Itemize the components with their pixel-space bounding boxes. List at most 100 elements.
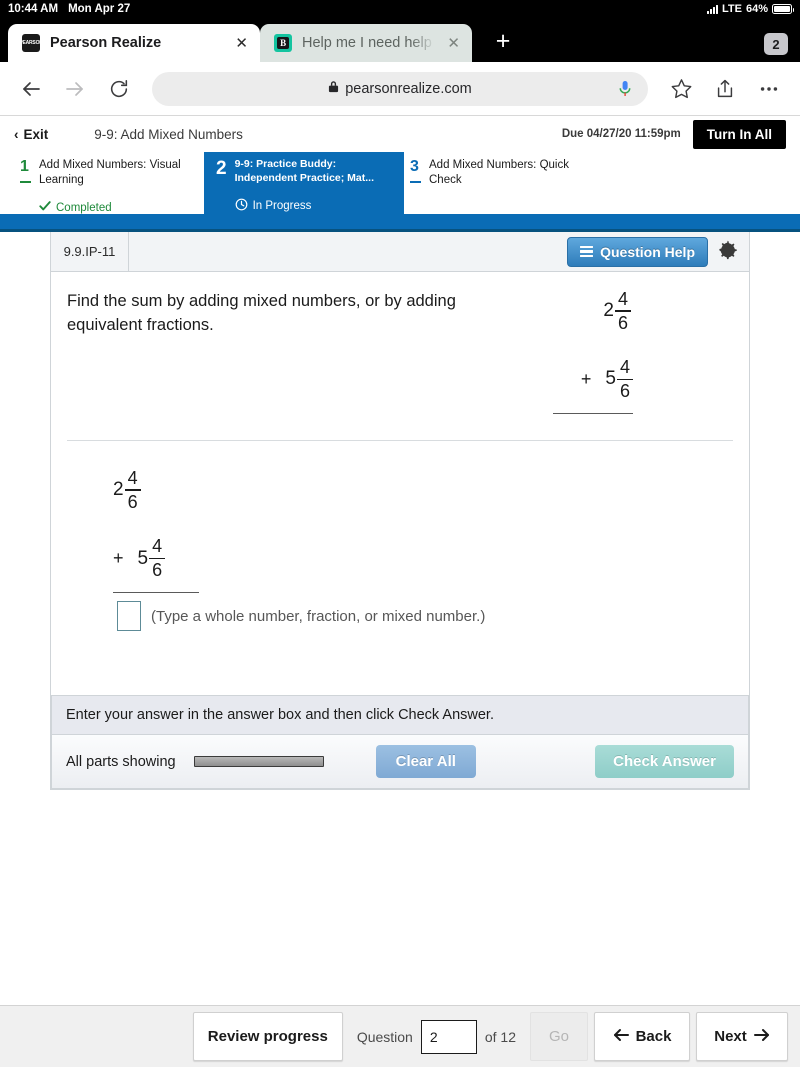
share-icon[interactable] [710, 74, 740, 104]
exit-label: Exit [23, 126, 49, 142]
battery-icon [772, 4, 794, 14]
problem-display-2: 2 4 6 + 5 4 6 [51, 441, 749, 594]
question-help-button[interactable]: Question Help [567, 236, 708, 267]
status-date: Mon Apr 27 [68, 3, 131, 15]
question-help-label: Question Help [600, 243, 695, 260]
fraction: 4 6 [617, 357, 633, 401]
all-parts-label: All parts showing [66, 753, 176, 770]
microphone-icon[interactable] [618, 80, 632, 103]
parts-slider[interactable] [193, 756, 324, 768]
status-time: 10:44 AM [8, 3, 59, 15]
fraction-denominator: 6 [617, 312, 628, 333]
assignment-header: ‹ Exit 9-9: Add Mixed Numbers Due 04/27/… [0, 116, 800, 152]
question-body: Find the sum by adding mixed numbers, or… [51, 272, 749, 790]
arrow-right-icon [753, 1028, 770, 1046]
back-arrow-icon[interactable] [16, 74, 46, 104]
step-status-label: Completed [56, 201, 112, 214]
step-dash-icon [20, 181, 31, 184]
forward-arrow-icon [60, 74, 90, 104]
lock-icon [328, 80, 339, 98]
go-button[interactable]: Go [530, 1012, 588, 1061]
gear-icon[interactable] [718, 239, 739, 264]
ios-status-bar: 10:44 AM Mon Apr 27 LTE 64% [0, 0, 800, 18]
step-item-2[interactable]: 2 9-9: Practice Buddy: Independent Pract… [204, 152, 404, 214]
question-jump-group: Question 2 of 12 [348, 1012, 524, 1061]
step-status: In Progress [235, 198, 394, 214]
sum-rule [113, 591, 199, 594]
check-icon [39, 200, 51, 215]
step-item-1[interactable]: 1 Add Mixed Numbers: Visual Learning Com… [14, 152, 204, 214]
step-number: 3 [410, 158, 419, 175]
browser-tab-brainly[interactable]: B Help me I need help - Brainly ✕ [260, 24, 472, 62]
status-battery-pct: 64% [745, 3, 768, 15]
star-icon[interactable] [666, 74, 696, 104]
pearson-favicon: PEARSON [22, 34, 40, 52]
fraction-numerator: 4 [152, 536, 163, 557]
turn-in-all-button[interactable]: Turn In All [692, 119, 786, 149]
clear-all-button[interactable]: Clear All [375, 745, 476, 779]
problem-display-1: 2 4 6 + 5 4 6 [553, 290, 633, 415]
next-button[interactable]: Next [696, 1012, 788, 1061]
addend-1: 2 4 6 [603, 290, 633, 332]
fraction-bar [615, 310, 631, 312]
step-dash-icon [410, 181, 421, 184]
browser-tab-pearson[interactable]: PEARSON Pearson Realize ✕ [8, 24, 260, 62]
sum-rule [553, 412, 633, 415]
tab-close-icon[interactable]: ✕ [233, 36, 250, 51]
assignment-title: 9-9: Add Mixed Numbers [94, 126, 243, 142]
step-number: 2 [216, 158, 227, 179]
check-answer-button[interactable]: Check Answer [595, 745, 734, 779]
answer-input[interactable] [117, 601, 141, 632]
plus-operator: + [113, 548, 124, 569]
status-network: LTE [722, 3, 742, 15]
address-bar-url: pearsonrealize.com [345, 80, 472, 97]
progress-rule [0, 214, 800, 232]
fraction-bar [124, 489, 141, 492]
tab-title: Pearson Realize [50, 35, 162, 51]
fraction: 4 6 [124, 468, 141, 513]
step-item-3[interactable]: 3 Add Mixed Numbers: Quick Check [404, 152, 604, 214]
reload-icon[interactable] [104, 74, 134, 104]
fraction-numerator: 4 [127, 468, 138, 489]
fraction: 4 6 [615, 290, 631, 332]
address-bar[interactable]: pearsonrealize.com [152, 71, 648, 106]
addend-2: + 5 4 6 [113, 536, 749, 581]
step-label: Add Mixed Numbers: Quick Check [429, 159, 569, 187]
review-progress-button[interactable]: Review progress [192, 1012, 343, 1061]
signal-bars-icon [707, 4, 718, 14]
addend-whole: 5 [605, 368, 616, 390]
assignment-steps: 1 Add Mixed Numbers: Visual Learning Com… [0, 152, 800, 214]
fraction-bar [617, 378, 633, 381]
fraction: 4 6 [149, 536, 166, 581]
more-options-icon[interactable] [754, 74, 784, 104]
step-label: 9-9: Practice Buddy: Independent Practic… [234, 158, 375, 184]
answer-hint: (Type a whole number, fraction, or mixed… [151, 607, 486, 625]
question-id: 9.9.IP-11 [51, 232, 129, 271]
fraction-denominator: 6 [127, 492, 138, 513]
exit-button[interactable]: ‹ Exit [14, 127, 48, 142]
bottom-navigation: Review progress Question 2 of 12 Go Back… [0, 1005, 800, 1067]
fraction-denominator: 6 [152, 560, 163, 581]
question-card: 9.9.IP-11 Question Help Find the sum by … [50, 232, 750, 791]
addend-whole: 2 [113, 479, 124, 501]
answer-footer: Enter your answer in the answer box and … [51, 695, 749, 790]
chevron-left-icon: ‹ [14, 126, 19, 142]
tab-close-icon[interactable]: ✕ [445, 36, 462, 51]
back-button[interactable]: Back [594, 1012, 690, 1061]
back-label: Back [635, 1028, 672, 1045]
list-icon [580, 245, 594, 258]
addend-whole: 5 [137, 547, 149, 569]
question-content: 9.9.IP-11 Question Help Find the sum by … [0, 232, 800, 791]
due-date: Due 04/27/20 11:59pm [561, 128, 681, 140]
browser-toolbar: pearsonrealize.com [0, 62, 800, 116]
step-status-label: In Progress [252, 199, 312, 212]
question-number-input[interactable]: 2 [420, 1019, 477, 1054]
tab-title: Help me I need help - Brainly [302, 35, 435, 51]
new-tab-button[interactable]: + [490, 29, 516, 54]
browser-tab-strip: PEARSON Pearson Realize ✕ B Help me I ne… [0, 18, 800, 62]
tab-count-badge[interactable]: 2 [764, 33, 788, 55]
addend-2: + 5 4 6 [580, 357, 633, 401]
step-label: Add Mixed Numbers: Visual Learning [39, 159, 181, 187]
fraction-numerator: 4 [619, 357, 630, 378]
plus-operator: + [580, 368, 592, 389]
